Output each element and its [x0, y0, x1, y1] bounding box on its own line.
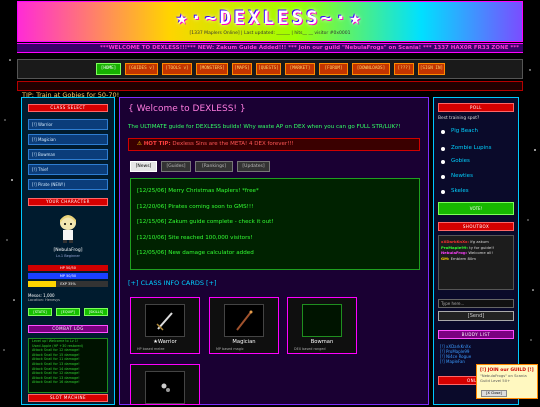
shoutbox-messages: xXDarkKnXx: lfg zakum ProMaple99: ty for…	[438, 235, 514, 290]
poll-question: Best training spot?	[438, 116, 480, 121]
class-card-warrior[interactable]: ★Warrior HP based melee	[130, 297, 200, 354]
nav-secret[interactable]: [???]	[394, 63, 414, 75]
throwing-star-icon	[161, 383, 170, 392]
slot-machine-header: SLOT MACHINE	[28, 394, 108, 402]
class-card-magician[interactable]: Magician MP based magic	[209, 297, 279, 354]
nav-maps[interactable]: [MAPS]	[232, 63, 252, 75]
bowman-image	[302, 304, 342, 337]
nav-home[interactable]: [HOME]	[96, 63, 121, 75]
tab-news[interactable]: [News]	[130, 161, 157, 172]
character-name: [NebulaFrog]	[53, 248, 83, 253]
site-title: ★·~DEXLESS~·★	[176, 7, 364, 29]
nav-quests[interactable]: [QUESTS]	[256, 63, 281, 75]
class-card-thief[interactable]	[130, 364, 200, 405]
shoutbox-header: SHOUTBOX	[438, 222, 514, 231]
staff-icon	[236, 310, 253, 331]
character-header: YOUR CHARACTER	[28, 198, 108, 206]
class-card-desc: DEX based ranged	[294, 347, 326, 351]
news-panel: [12/25/06] Merry Christmas Maplers! *fre…	[130, 178, 420, 270]
nav-forum[interactable]: [FORUM]	[319, 63, 348, 75]
nav-downloads[interactable]: [DOWNLOADS]	[352, 63, 390, 75]
class-card-bowman[interactable]: Bowman DEX based ranged	[287, 297, 357, 354]
tab-guides[interactable]: [Guides]	[161, 161, 191, 172]
news-item[interactable]: [12/10/06] Site reached 100,000 visitors…	[137, 235, 419, 251]
nav-monsters[interactable]: [MONSTERS]	[196, 63, 228, 75]
poll-radio[interactable]	[441, 160, 445, 164]
scrolling-marquee: ***WELCOME TO DEXLESS!!!*** NEW: Zakum G…	[17, 43, 523, 53]
nav-market[interactable]: [MARKET]	[285, 63, 315, 75]
marquee-text: ***WELCOME TO DEXLESS!!!*** NEW: Zakum G…	[99, 45, 519, 51]
equip-button[interactable]: [EQUIP]	[56, 308, 80, 316]
site-banner: ★·~DEXLESS~·★ [1337 Maplers Online] | La…	[17, 1, 523, 42]
left-sidebar: CLASS SELECT [!] Warrior [!] Magician [!…	[21, 97, 115, 405]
exp-bar-track: EXP 35%	[28, 281, 108, 287]
poll-option[interactable]: Newties	[451, 173, 473, 179]
intro-text: The ULTIMATE guide for DEXLESS builds! W…	[128, 124, 401, 130]
class-card-desc: HP based melee	[137, 347, 165, 351]
popup-close-button[interactable]: [X Close]	[481, 390, 507, 397]
shout-message: GM: Emblem 80m	[441, 255, 476, 261]
poll-header: POLL	[438, 103, 514, 112]
tab-rankings[interactable]: [Rankings]	[195, 161, 233, 172]
nav-guides[interactable]: [GUIDES v]	[125, 63, 158, 75]
poll-option[interactable]: Skeles	[451, 188, 469, 194]
buddy-list-header: BUDDY LIST	[438, 330, 514, 339]
class-card-name: Bowman	[310, 339, 334, 345]
warrior-image	[145, 304, 185, 337]
hot-tip-text: Dexless Sins are the META! 4 DEX forever…	[172, 141, 294, 147]
tab-updates[interactable]: [Updates]	[237, 161, 270, 172]
poll-radio[interactable]	[441, 130, 445, 134]
class-select-header: CLASS SELECT	[28, 104, 108, 112]
poll-radio[interactable]	[441, 175, 445, 179]
poll-option[interactable]: Gobies	[451, 158, 470, 164]
guild-popup: [!] JOIN our GUILD [!] "NebulaFrogs" on …	[476, 364, 538, 399]
hot-tip-label: HOT TIP:	[143, 141, 171, 147]
news-item[interactable]: [12/25/06] Merry Christmas Maplers! *fre…	[137, 188, 419, 204]
news-item[interactable]: [12/15/06] Zakum guide complete - check …	[137, 219, 419, 235]
character-level: Lv.1 Beginner	[56, 254, 80, 258]
nav-tools[interactable]: [TOOLS v]	[162, 63, 192, 75]
hp-bar: HP 50/50	[28, 265, 108, 271]
magician-image	[224, 304, 264, 337]
class-warrior[interactable]: [!] Warrior	[28, 119, 108, 130]
class-thief[interactable]: [!] Thief	[28, 164, 108, 175]
tip-bar: TIP: Train at Gobies for 50-70!	[17, 81, 523, 99]
poll-radio[interactable]	[441, 190, 445, 194]
exp-label: EXP 35%	[60, 282, 76, 286]
skills-button[interactable]: [SKILLS]	[84, 308, 108, 316]
class-card-desc: MP based magic	[216, 347, 244, 351]
welcome-heading: { Welcome to DEXLESS! }	[128, 104, 246, 114]
main-navigation: [HOME] [GUIDES v] [TOOLS v] [MONSTERS] […	[17, 59, 523, 79]
popup-subtext: Guild Level 50+	[480, 378, 511, 383]
log-line: Attack Snail for 16 damage!	[32, 380, 80, 385]
poll-option[interactable]: Zombie Lupins	[451, 145, 491, 151]
site-stats: [1337 Maplers Online] | Last updated: __…	[189, 31, 351, 36]
class-pirate[interactable]: [!] Pirate (NEW!)	[28, 179, 108, 190]
send-button[interactable]: [Send]	[438, 311, 514, 321]
combat-log-header: COMBAT LOG	[28, 325, 108, 333]
vote-button[interactable]: VOTE!	[438, 202, 514, 215]
news-item[interactable]: [12/05/06] New damage calculator added	[137, 250, 419, 266]
class-card-name: ★Warrior	[153, 339, 177, 345]
poll-option[interactable]: Pig Beach	[451, 128, 478, 134]
thief-image	[145, 371, 185, 404]
news-item[interactable]: [12/20/06] Pirates coming soon to GMS!!!	[137, 204, 419, 220]
nav-sign-in[interactable]: [SIGN IN]	[418, 63, 445, 75]
class-card-name: Magician	[232, 339, 256, 345]
hot-tip-banner: ⚠ HOT TIP: Dexless Sins are the META! 4 …	[128, 138, 420, 151]
stats-button[interactable]: [STATS]	[28, 308, 52, 316]
shout-input[interactable]: Type here...	[438, 299, 514, 308]
fire-icon: ⚠	[137, 141, 142, 147]
buddy-item[interactable]: [!] MapleFan	[440, 359, 465, 364]
poll-radio[interactable]	[441, 147, 445, 151]
class-cards-heading: [+] CLASS INFO CARDS [+]	[128, 279, 217, 287]
sword-icon	[156, 312, 173, 331]
class-bowman[interactable]: [!] Bowman	[28, 149, 108, 160]
combat-log: Level up! Welcome to Lv 1! Used Apple (H…	[28, 338, 108, 393]
class-magician[interactable]: [!] Magician	[28, 134, 108, 145]
mp-bar: MP 50/50	[28, 273, 108, 279]
character-location: Location: Henesys	[28, 298, 60, 302]
character-avatar	[60, 215, 76, 243]
popup-title: [!] JOIN our GUILD [!]	[480, 368, 534, 373]
